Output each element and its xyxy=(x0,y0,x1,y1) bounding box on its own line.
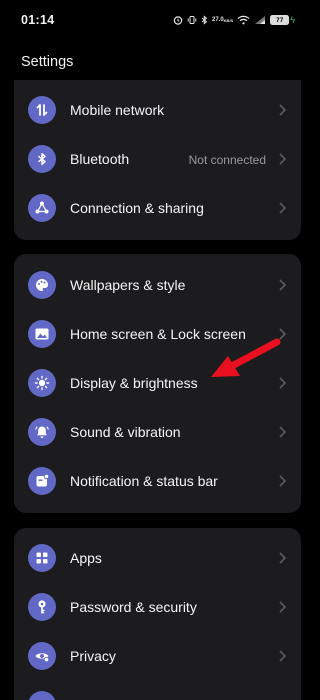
chevron-right-icon xyxy=(279,153,287,165)
chevron-right-icon xyxy=(279,650,287,662)
password-security-item[interactable]: Password & security xyxy=(14,584,301,633)
charging-icon: ϟ xyxy=(290,15,295,25)
bell-icon xyxy=(28,418,56,446)
notification-status-bar-item[interactable]: Notification & status bar xyxy=(14,458,301,507)
notification-status-bar-label: Notification & status bar xyxy=(70,473,218,489)
bluetooth-status-icon xyxy=(201,15,208,25)
chevron-right-icon xyxy=(279,552,287,564)
chevron-right-icon xyxy=(279,475,287,487)
brightness-icon xyxy=(28,369,56,397)
alarm-icon xyxy=(173,15,183,25)
display-brightness-label: Display & brightness xyxy=(70,375,198,391)
wallpapers-style-label: Wallpapers & style xyxy=(70,277,186,293)
status-bar: 01:14 27.0 KB/S 77 ϟ xyxy=(0,0,315,40)
share-icon xyxy=(28,194,56,222)
chevron-right-icon xyxy=(279,426,287,438)
signal-icon xyxy=(254,15,266,25)
settings-item-icon xyxy=(28,691,56,700)
apps-item[interactable]: Apps xyxy=(14,535,301,584)
bluetooth-item[interactable]: Bluetooth Not connected xyxy=(14,136,301,185)
connection-sharing-label: Connection & sharing xyxy=(70,200,204,216)
connection-sharing-item[interactable]: Connection & sharing xyxy=(14,185,301,234)
apps-grid-icon xyxy=(28,544,56,572)
mobile-data-icon xyxy=(28,96,56,124)
privacy-item[interactable]: Privacy xyxy=(14,633,301,682)
wifi-icon xyxy=(237,15,250,25)
palette-icon xyxy=(28,271,56,299)
privacy-eye-icon xyxy=(28,642,56,670)
chevron-right-icon xyxy=(279,279,287,291)
password-security-label: Password & security xyxy=(70,599,197,615)
next-item-partial[interactable] xyxy=(14,682,301,700)
status-time: 01:14 xyxy=(21,13,55,27)
chevron-right-icon xyxy=(279,202,287,214)
privacy-label: Privacy xyxy=(70,648,116,664)
settings-group-connectivity: Mobile network Bluetooth Not connected C… xyxy=(14,80,301,240)
notification-icon xyxy=(28,467,56,495)
sound-vibration-label: Sound & vibration xyxy=(70,424,181,440)
vibrate-icon xyxy=(187,15,197,25)
network-speed: 27.0 KB/S xyxy=(211,16,234,23)
settings-group-system: Apps Password & security Privacy xyxy=(14,528,301,700)
image-icon xyxy=(28,320,56,348)
sound-vibration-item[interactable]: Sound & vibration xyxy=(14,409,301,458)
wallpapers-style-item[interactable]: Wallpapers & style xyxy=(14,262,301,311)
page-title: Settings xyxy=(21,54,74,70)
bluetooth-icon xyxy=(28,145,56,173)
chevron-right-icon xyxy=(279,104,287,116)
bluetooth-status: Not connected xyxy=(188,153,266,167)
apps-label: Apps xyxy=(70,550,102,566)
battery-indicator: 77 ϟ xyxy=(270,15,295,25)
key-icon xyxy=(28,593,56,621)
annotation-arrow-icon xyxy=(211,338,281,377)
bluetooth-label: Bluetooth xyxy=(70,151,130,167)
chevron-right-icon xyxy=(279,601,287,613)
mobile-network-label: Mobile network xyxy=(70,102,165,118)
status-icons: 27.0 KB/S 77 ϟ xyxy=(173,12,295,28)
mobile-network-item[interactable]: Mobile network xyxy=(14,87,301,136)
